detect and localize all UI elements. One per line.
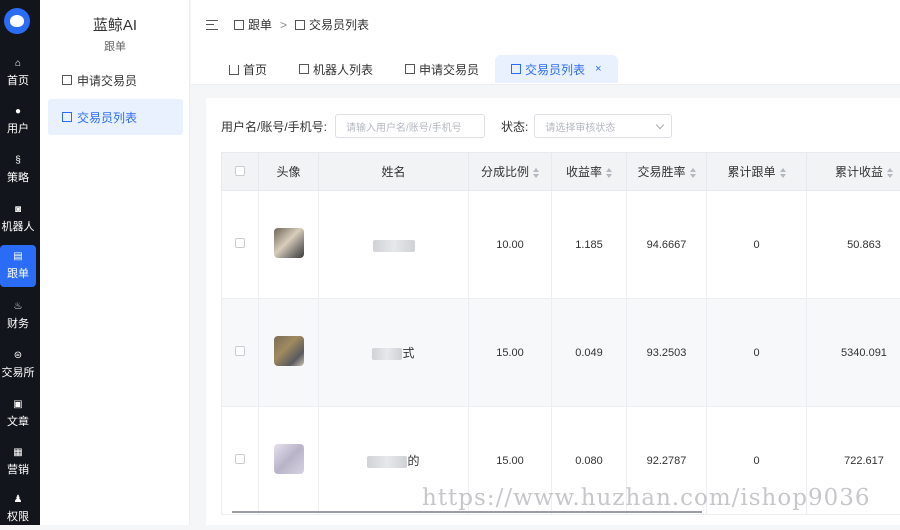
tab-robot-list[interactable]: 机器人列表 — [283, 55, 389, 83]
select-all-checkbox[interactable] — [235, 166, 245, 176]
sort-icon[interactable] — [780, 168, 786, 178]
robot-icon: ◙ — [15, 204, 21, 216]
strategy-icon: § — [15, 155, 21, 167]
sort-icon[interactable] — [533, 168, 539, 178]
column-share[interactable]: 分成比例 — [469, 153, 552, 191]
marketing-icon: ▦ — [13, 447, 22, 459]
rail-item-strategy[interactable]: §策略 — [0, 149, 36, 191]
page-tabs: 首页 机器人列表 申请交易员 交易员列表× — [213, 55, 618, 83]
close-icon[interactable]: × — [595, 63, 601, 75]
section-title: 跟单 — [40, 38, 190, 54]
share-cell: 10.00 — [469, 191, 552, 299]
sort-icon[interactable] — [690, 168, 696, 178]
rail-item-finance[interactable]: ♨财务 — [0, 295, 36, 337]
breadcrumb-separator: > — [280, 18, 287, 32]
sidebar-item-trader-list[interactable]: 交易员列表 — [48, 99, 183, 135]
horizontal-scrollbar[interactable] — [232, 511, 702, 513]
rail-item-exchange[interactable]: ⊜交易所 — [0, 344, 36, 386]
avatar — [274, 444, 304, 474]
column-yield[interactable]: 收益率 — [552, 153, 627, 191]
row-checkbox[interactable] — [235, 454, 245, 464]
follows-cell: 0 — [707, 191, 807, 299]
home-icon: ⌂ — [15, 58, 21, 70]
redacted-name — [367, 456, 407, 468]
sidebar-item-apply-trader[interactable]: 申请交易员 — [48, 62, 183, 98]
follows-cell: 0 — [707, 299, 807, 407]
profit-cell: 50.863 — [807, 191, 900, 299]
sort-icon[interactable] — [606, 168, 612, 178]
column-avatar: 头像 — [259, 153, 319, 191]
name-cell: 式 — [319, 299, 469, 407]
select-all-cell — [222, 153, 259, 191]
redacted-name — [373, 240, 415, 252]
robot-icon — [299, 64, 309, 74]
watermark: https://www.huzhan.com/ishop9036 — [422, 485, 870, 511]
rail-item-home[interactable]: ⌂首页 — [0, 52, 36, 94]
filter-bar: 用户名/账号/手机号: 请输入用户名/账号/手机号 状态: 请选择审核状态 — [221, 114, 672, 138]
user-icon: ● — [15, 106, 21, 118]
exchange-icon: ⊜ — [14, 350, 22, 362]
list-icon — [295, 20, 305, 30]
breadcrumb-current: 交易员列表 — [309, 16, 369, 33]
permission-icon: ♟ — [14, 494, 23, 506]
rail-item-article[interactable]: ▣文章 — [0, 393, 36, 435]
status-label: 状态: — [501, 118, 528, 135]
chevron-down-icon — [656, 120, 664, 128]
table-row[interactable]: 10.00 1.185 94.6667 0 50.863 — [222, 191, 900, 299]
tab-home[interactable]: 首页 — [213, 55, 283, 83]
home-icon — [229, 65, 239, 75]
copy-trade-icon — [234, 20, 244, 30]
rail-item-user[interactable]: ●用户 — [0, 100, 36, 142]
status-select[interactable]: 请选择审核状态 — [534, 114, 672, 138]
yield-cell: 1.185 — [552, 191, 627, 299]
finance-icon: ♨ — [14, 301, 23, 313]
share-cell: 15.00 — [469, 299, 552, 407]
top-bar: 跟单 > 交易员列表 首页 机器人列表 申请交易员 交易员列表× — [191, 0, 900, 85]
rail-item-copy-trade[interactable]: ▤跟单 — [0, 245, 36, 287]
column-name: 姓名 — [319, 153, 469, 191]
rail-item-marketing[interactable]: ▦营销 — [0, 441, 36, 483]
collapse-menu-icon[interactable] — [206, 20, 218, 30]
column-profit[interactable]: 累计收益 — [807, 153, 900, 191]
win-rate-cell: 94.6667 — [627, 191, 707, 299]
search-input[interactable]: 请输入用户名/账号/手机号 — [335, 114, 485, 138]
article-icon: ▣ — [13, 399, 22, 411]
search-label: 用户名/账号/手机号: — [221, 118, 327, 135]
name-cell — [319, 191, 469, 299]
row-checkbox[interactable] — [235, 346, 245, 356]
icon-rail: ⌂首页 ●用户 §策略 ◙机器人 ▤跟单 ♨财务 ⊜交易所 ▣文章 ▦营销 ♟权… — [0, 0, 40, 525]
table-header: 头像 姓名 分成比例 收益率 交易胜率 累计跟单 累计收益 — [222, 153, 900, 191]
breadcrumb: 跟单 > 交易员列表 — [206, 16, 369, 33]
win-rate-cell: 93.2503 — [627, 299, 707, 407]
app-logo[interactable] — [4, 8, 30, 34]
avatar — [274, 228, 304, 258]
main-panel: 用户名/账号/手机号: 请输入用户名/账号/手机号 状态: 请选择审核状态 头像… — [206, 98, 900, 525]
rail-item-robot[interactable]: ◙机器人 — [0, 198, 36, 240]
column-follows[interactable]: 累计跟单 — [707, 153, 807, 191]
list-icon — [511, 64, 521, 74]
tab-trader-list[interactable]: 交易员列表× — [495, 55, 617, 83]
column-win-rate[interactable]: 交易胜率 — [627, 153, 707, 191]
tab-apply-trader[interactable]: 申请交易员 — [389, 55, 495, 83]
table-row[interactable]: 式 15.00 0.049 93.2503 0 5340.091 — [222, 299, 900, 407]
breadcrumb-parent[interactable]: 跟单 — [248, 16, 272, 33]
form-icon — [405, 64, 415, 74]
row-checkbox[interactable] — [235, 238, 245, 248]
redacted-name — [372, 348, 402, 360]
sort-icon[interactable] — [887, 168, 893, 178]
list-icon — [62, 112, 72, 122]
trader-table: 头像 姓名 分成比例 收益率 交易胜率 累计跟单 累计收益 10.00 1.18… — [221, 152, 900, 515]
sub-sidebar: 蓝鲸AI 跟单 申请交易员 交易员列表 — [40, 0, 190, 525]
brand-title: 蓝鲸AI — [40, 14, 190, 35]
yield-cell: 0.049 — [552, 299, 627, 407]
profit-cell: 5340.091 — [807, 299, 900, 407]
avatar — [274, 336, 304, 366]
copy-trade-icon: ▤ — [13, 251, 22, 263]
rail-item-permission[interactable]: ♟权限 — [0, 488, 36, 530]
form-icon — [62, 75, 72, 85]
